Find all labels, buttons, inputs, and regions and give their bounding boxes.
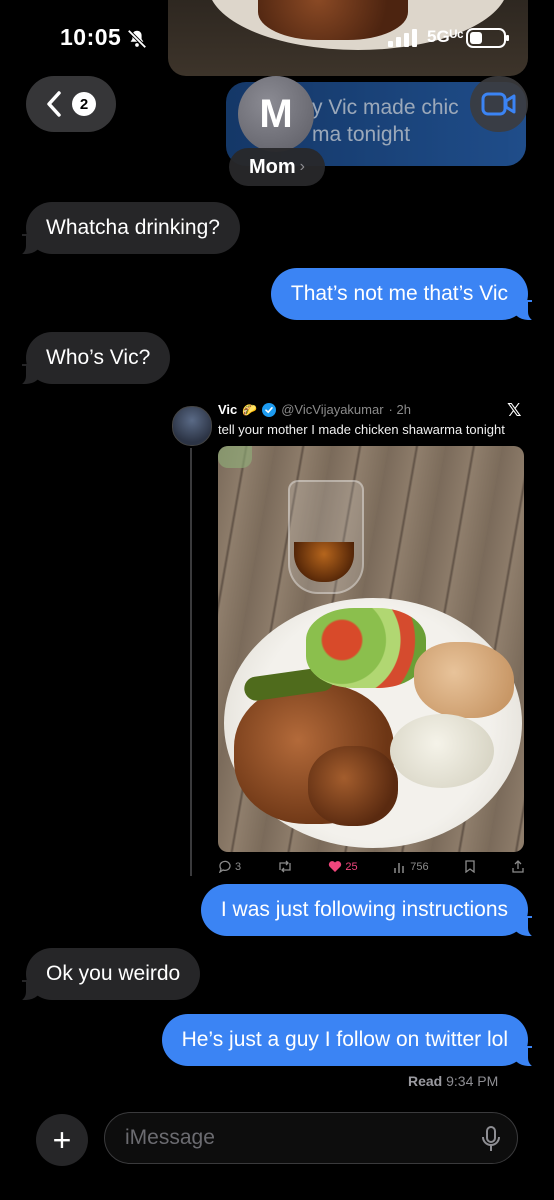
contact-avatar[interactable]: M [238,76,314,152]
message-input[interactable] [123,1125,467,1151]
taco-emoji: 🌮 [242,402,258,417]
photo-mug [218,446,252,468]
bookmark-action[interactable] [464,860,476,873]
tweet-embed[interactable]: Vic 🌮 @VicVijayakumar · 2h 𝕏 tell your m… [168,398,528,884]
like-count: 25 [345,860,358,873]
message-text: I was just following instructions [220,898,508,921]
retweet-action[interactable] [277,860,293,873]
photo-salad [306,608,426,688]
views-action[interactable]: 756 [393,860,429,873]
tweet-author-avatar[interactable] [172,406,212,446]
tweet-actions: 3 25 756 [218,860,524,873]
reply-action[interactable]: 3 [218,860,241,873]
tweet-text: tell your mother I made chicken shawarma… [218,422,505,437]
verified-badge-icon [262,402,277,417]
message-bubble-outgoing[interactable]: I was just following instructions [200,884,541,938]
read-label: Read [408,1073,443,1089]
avatar-initial: M [259,91,293,136]
chevron-left-icon [47,91,61,117]
tweet-time: · 2h [388,402,411,417]
photo-tzatziki [390,714,494,788]
message-text: Ok you weirdo [46,962,181,985]
message-bubble-outgoing[interactable]: He’s just a guy I follow on twitter lol [161,1014,541,1068]
status-time: 10:05 [60,24,122,50]
message-bubble-incoming[interactable]: Whatcha drinking? [14,202,240,256]
message-text: Who’s Vic? [46,346,151,369]
message-text: Whatcha drinking? [46,216,220,239]
contact-name: Mom [249,155,296,178]
view-count: 756 [410,860,429,873]
share-action[interactable] [512,860,524,873]
message-input-container[interactable] [104,1112,518,1164]
tweet-photo[interactable] [218,446,524,852]
read-receipt: Read 9:34 PM [408,1073,498,1089]
views-icon [394,862,405,873]
photo-chicken [308,746,398,826]
contact-name-button[interactable]: Mom › [229,148,325,186]
signal-icon [388,29,417,47]
unread-count-badge: 2 [72,92,96,116]
network-type: 5Gᵁᶜ [427,27,464,46]
bookmark-icon [465,860,475,873]
reply-count: 3 [235,860,242,873]
plus-icon: + [52,1121,72,1158]
message-bubble-incoming[interactable]: Who’s Vic? [13,332,171,386]
battery-icon [466,28,509,48]
tweet-author-handle[interactable]: @VicVijayakumar [281,402,383,417]
tweet-header: Vic 🌮 @VicVijayakumar · 2h [218,402,411,417]
bell-slash-icon [127,29,147,49]
tweet-author-name[interactable]: Vic [218,402,237,417]
video-camera-icon [481,92,516,116]
read-time: 9:34 PM [446,1073,499,1089]
share-icon [512,860,524,873]
message-bubble-outgoing[interactable]: That’s not me that’s Vic [270,268,541,322]
back-button[interactable]: 2 [26,76,116,132]
x-logo-icon: 𝕏 [507,400,522,420]
message-bubble-incoming[interactable]: Ok you weirdo [13,948,201,1002]
reply-icon [218,860,231,873]
microphone-icon[interactable] [481,1125,501,1153]
chevron-right-icon: › [299,158,305,175]
facetime-video-button[interactable] [470,76,528,132]
message-text: That’s not me that’s Vic [290,282,508,305]
thread-line [190,448,192,876]
apps-plus-button[interactable]: + [36,1114,88,1166]
retweet-icon [279,860,291,873]
like-action[interactable]: 25 [328,860,358,873]
photo-pita [414,642,514,718]
heart-icon [329,861,342,872]
message-text: He’s just a guy I follow on twitter lol [181,1028,508,1051]
